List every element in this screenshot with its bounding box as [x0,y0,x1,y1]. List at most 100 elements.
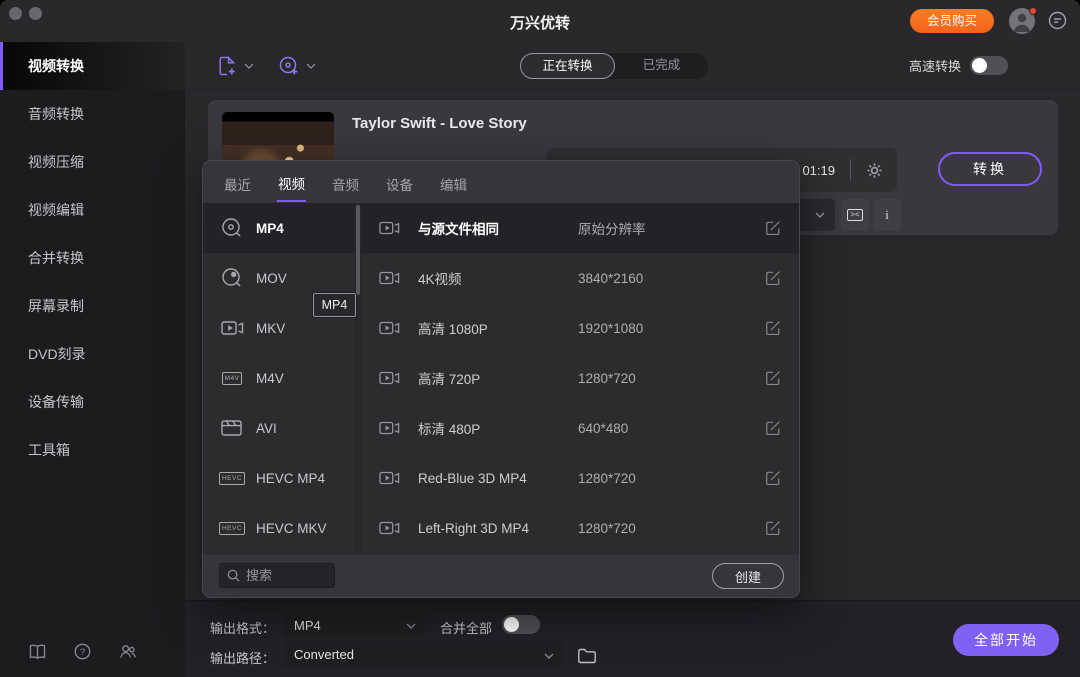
chevron-down-icon [815,212,825,218]
edit-icon[interactable] [765,220,781,236]
convert-status-tabs: 正在转换 已完成 [520,53,708,79]
divider [850,159,851,181]
open-folder-icon[interactable] [577,646,597,664]
add-disc-icon [279,56,298,75]
format-item-hevc-mp4[interactable]: HEVC HEVC MP4 [203,453,361,503]
tab-recent[interactable]: 最近 [223,163,252,201]
video-camera-icon [378,368,401,388]
app-title: 万兴优转 [509,15,571,32]
window-close-button[interactable] [9,7,22,20]
info-icon: i [885,207,889,222]
preset-row-red-blue-3d[interactable]: Red-Blue 3D MP4 1280*720 [361,453,799,503]
output-path-value: Converted [294,647,354,662]
video-camera-icon [378,268,401,288]
preset-resolution: 原始分辨率 [578,222,646,237]
account-avatar[interactable] [1009,7,1037,34]
add-file-chevron-icon[interactable] [244,63,254,69]
sidebar-item-device-transfer[interactable]: 设备传输 [0,378,185,426]
preset-resolution: 1280*720 [578,370,636,386]
tab-audio[interactable]: 音频 [331,163,360,201]
edit-icon[interactable] [765,270,781,286]
gear-icon[interactable] [866,162,883,179]
preset-row-720p[interactable]: 高清 720P 1280*720 [361,353,799,403]
format-name: MP4 [256,220,284,236]
scrollbar-thumb[interactable] [356,205,360,295]
search-box[interactable] [219,563,335,588]
preset-row-same-as-source[interactable]: 与源文件相同 原始分辨率 [361,203,799,253]
format-item-hevc-mkv[interactable]: HEVC HEVC MKV [203,503,361,553]
add-file-button[interactable] [215,54,254,78]
output-path-label: 输出路径： [210,651,276,666]
sidebar-item-video-edit[interactable]: 视频编辑 [0,186,185,234]
community-icon[interactable] [118,642,138,661]
toolbar: 正在转换 已完成 高速转换 [185,42,1080,90]
tab-device[interactable]: 设备 [385,163,414,201]
format-picker-tabs: 最近 视频 音频 设备 编辑 [203,161,799,203]
output-format-label: 输出格式： [210,621,276,636]
merge-all-toggle[interactable] [502,615,540,634]
format-name: AVI [256,420,277,436]
sidebar-item-video-convert[interactable]: 视频转换 [0,42,185,90]
app-window: 万兴优转 会员购买 视频转换 音频转换 视频压缩 视频编辑 合并转换 屏幕录制 … [0,0,1080,677]
message-icon[interactable] [1047,10,1068,31]
edit-icon[interactable] [765,470,781,486]
preset-name: Red-Blue 3D MP4 [418,470,527,486]
format-item-m4v[interactable]: M4V M4V [203,353,361,403]
search-input[interactable] [246,568,326,583]
sidebar-item-screen-record[interactable]: 屏幕录制 [0,282,185,330]
edit-icon[interactable] [765,520,781,536]
guide-book-icon[interactable] [28,642,47,661]
video-duration: 01:19 [802,162,835,178]
video-camera-icon [378,418,401,438]
reel-icon [219,216,245,240]
convert-button[interactable]: 转换 [938,152,1042,186]
format-name: MKV [256,320,286,336]
sidebar-item-merge-convert[interactable]: 合并转换 [0,234,185,282]
tab-finished[interactable]: 已完成 [615,53,708,79]
membership-buy-button[interactable]: 会员购买 [909,9,994,33]
titlebar: 万兴优转 会员购买 [0,0,1080,42]
preset-resolution: 640*480 [578,420,629,436]
window-minimize-button[interactable] [29,7,42,20]
preset-list: 与源文件相同 原始分辨率 4K视频 3840*2160 高清 1080P 192… [361,203,799,555]
format-item-avi[interactable]: AVI [203,403,361,453]
format-name: HEVC MP4 [256,470,326,486]
quicktime-icon [219,266,245,290]
video-camera-icon [219,317,245,339]
sidebar-item-audio-convert[interactable]: 音频转换 [0,90,185,138]
help-icon[interactable]: ? [73,642,92,661]
preset-row-left-right-3d[interactable]: Left-Right 3D MP4 1280*720 [361,503,799,553]
sidebar-item-dvd-burn[interactable]: DVD刻录 [0,330,185,378]
format-tooltip: MP4 [312,292,357,318]
video-camera-icon [378,218,401,238]
svg-text:?: ? [80,647,85,658]
info-button[interactable]: i [873,199,901,231]
tab-editing[interactable]: 编辑 [439,163,468,201]
compress-button[interactable]: >< [841,199,869,231]
fast-convert-toggle[interactable] [970,56,1008,75]
output-format-select[interactable]: MP4 [283,613,425,638]
edit-icon[interactable] [765,370,781,386]
format-item-mp4[interactable]: MP4 [203,203,361,253]
add-disc-chevron-icon[interactable] [306,63,316,69]
create-button[interactable]: 创建 [712,563,784,589]
preset-row-480p[interactable]: 标清 480P 640*480 [361,403,799,453]
add-disc-button[interactable] [277,54,316,78]
video-camera-icon [378,318,401,338]
format-list-scrollbar[interactable] [355,203,361,555]
preset-resolution: 3840*2160 [578,270,644,286]
video-camera-icon [378,518,401,538]
preset-row-1080p[interactable]: 高清 1080P 1920*1080 [361,303,799,353]
preset-row-4k[interactable]: 4K视频 3840*2160 [361,253,799,303]
start-all-button[interactable]: 全部开始 [953,624,1059,656]
sidebar-item-toolbox[interactable]: 工具箱 [0,426,185,474]
sidebar-item-video-compress[interactable]: 视频压缩 [0,138,185,186]
preset-name: 与源文件相同 [418,222,499,237]
hevc-badge-icon: HEVC [218,471,246,485]
output-path-select[interactable]: Converted [283,642,563,668]
edit-icon[interactable] [765,420,781,436]
tab-converting[interactable]: 正在转换 [520,53,615,79]
edit-icon[interactable] [765,320,781,336]
preset-name: Left-Right 3D MP4 [418,520,530,536]
tab-video[interactable]: 视频 [277,162,306,202]
